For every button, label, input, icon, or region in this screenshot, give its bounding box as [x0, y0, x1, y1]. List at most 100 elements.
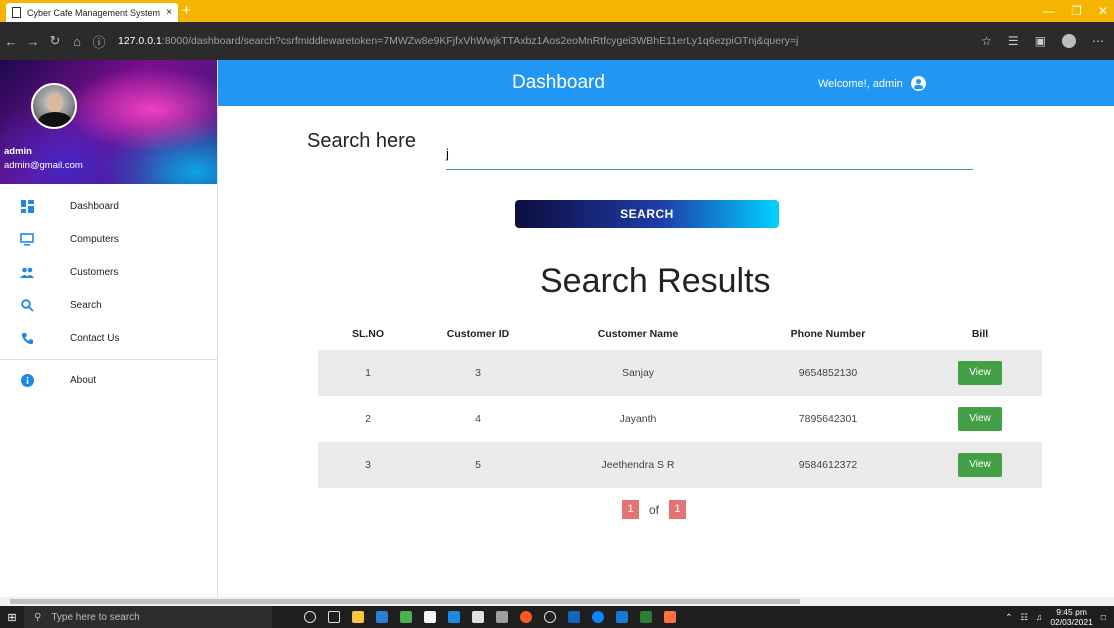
url-path: :8000/dashboard/search?csrfmiddlewaretok…: [161, 35, 799, 47]
favorite-star-icon[interactable]: ☆: [981, 34, 992, 48]
column-header-bill: Bill: [971, 328, 989, 340]
cell-phone-number: 9654852130: [798, 367, 858, 379]
sidebar-item-dashboard[interactable]: Dashboard: [0, 190, 217, 223]
notifications-icon[interactable]: □: [1101, 612, 1106, 622]
close-window-icon[interactable]: ✕: [1098, 2, 1108, 20]
page-icon: [12, 7, 21, 18]
taskbar-search[interactable]: ⚲ Type here to search: [24, 606, 272, 628]
menu-divider: [0, 359, 217, 360]
clock-date: 02/03/2021: [1050, 617, 1093, 627]
cell-sl-no: 2: [365, 413, 371, 425]
pagination: 1 of 1: [622, 500, 687, 519]
calculator-icon[interactable]: [496, 611, 508, 623]
network-icon[interactable]: ☷: [1020, 612, 1028, 623]
pagination-of: of: [649, 502, 660, 517]
sidebar-item-customers[interactable]: Customers: [0, 256, 217, 289]
sidebar-item-contact-us[interactable]: Contact Us: [0, 322, 217, 355]
favorites-icon[interactable]: ☰: [1008, 34, 1019, 48]
cell-bill: View: [918, 453, 1042, 477]
clock-time: 9:45 pm: [1056, 607, 1087, 617]
cell-bill: View: [918, 407, 1042, 431]
user-circle-icon[interactable]: [910, 76, 926, 91]
back-icon[interactable]: ←: [0, 34, 22, 49]
profile-card: admin admin@gmail.com: [0, 60, 217, 184]
clock-app-icon[interactable]: [544, 611, 556, 623]
refresh-icon[interactable]: ↻: [44, 33, 66, 49]
shopping-bag-icon[interactable]: [424, 611, 436, 623]
store-icon[interactable]: [376, 611, 388, 623]
horizontal-scrollbar[interactable]: [0, 597, 1114, 606]
collections-icon[interactable]: ▣: [1035, 34, 1046, 48]
browser-tab[interactable]: Cyber Cafe Management System ×: [6, 3, 178, 22]
tray-chevron-up-icon[interactable]: ⌃: [1005, 612, 1012, 623]
sidebar-item-label: Customers: [70, 267, 119, 278]
user-name: admin: [4, 146, 32, 157]
close-tab-icon[interactable]: ×: [166, 7, 172, 18]
url-field[interactable]: 127.0.0.1:8000/dashboard/search?csrfmidd…: [118, 35, 981, 47]
new-tab-button[interactable]: +: [182, 2, 191, 20]
edge-icon[interactable]: [592, 611, 604, 623]
sidebar-item-about[interactable]: About: [0, 364, 217, 397]
cell-customer-id: 3: [475, 367, 481, 379]
sidebar-item-computers[interactable]: Computers: [0, 223, 217, 256]
table-header: SL.NO Customer ID Customer Name Phone Nu…: [318, 318, 1042, 350]
clock[interactable]: 9:45 pm 02/03/2021: [1050, 607, 1093, 627]
view-bill-button[interactable]: View: [958, 407, 1002, 431]
sidebar-item-label: About: [70, 375, 97, 386]
app-header: Dashboard Welcome!, admin: [218, 60, 1114, 106]
restore-icon[interactable]: ❐: [1071, 2, 1082, 20]
results-title: Search Results: [540, 262, 771, 300]
minimize-icon[interactable]: —: [1043, 2, 1055, 20]
volume-icon[interactable]: ♫: [1036, 612, 1042, 622]
welcome-text: Welcome!, admin: [818, 77, 903, 90]
brave-icon[interactable]: [520, 611, 532, 623]
task-view-icon[interactable]: [328, 611, 340, 623]
cell-customer-name: Sanjay: [621, 367, 655, 379]
total-pages[interactable]: 1: [669, 500, 687, 519]
cortana-icon[interactable]: [304, 611, 316, 623]
taskbar: ⊞ ⚲ Type here to search ⌃ ☷ ♫ 9:45 pm 02…: [0, 606, 1114, 628]
sidebar-item-label: Dashboard: [70, 201, 119, 212]
current-page[interactable]: 1: [622, 500, 639, 519]
column-header-customer-id: Customer ID: [446, 328, 510, 340]
search-button[interactable]: SEARCH: [515, 200, 779, 228]
browser-tab-strip: Cyber Cafe Management System × + — ❐ ✕: [0, 0, 1114, 22]
forward-icon[interactable]: →: [22, 34, 44, 49]
taskbar-search-placeholder: Type here to search: [51, 611, 140, 623]
media-icon[interactable]: [616, 611, 628, 623]
notepad-icon[interactable]: [400, 611, 412, 623]
column-header-customer-name: Customer Name: [597, 328, 679, 340]
results-table: SL.NO Customer ID Customer Name Phone Nu…: [318, 318, 1042, 488]
sidebar-item-label: Search: [70, 300, 102, 311]
sidebar-menu: Dashboard Computers Customers Search Con…: [0, 190, 217, 397]
vscode-icon[interactable]: [568, 611, 580, 623]
people-icon: [20, 266, 34, 280]
sidebar-item-search[interactable]: Search: [0, 289, 217, 322]
xampp-icon[interactable]: [664, 611, 676, 623]
mail-icon[interactable]: [472, 611, 484, 623]
more-menu-icon[interactable]: ⋯: [1092, 34, 1104, 48]
search-icon: [20, 299, 34, 313]
scrollbar-thumb[interactable]: [10, 599, 800, 604]
search-label: Search here: [307, 130, 416, 152]
dark-app-icon[interactable]: [448, 611, 460, 623]
window-controls: — ❐ ✕: [1043, 2, 1108, 20]
file-explorer-icon[interactable]: [352, 611, 364, 623]
cell-bill: View: [918, 361, 1042, 385]
table-row: 1 3 Sanjay 9654852130 View: [318, 350, 1042, 396]
search-input[interactable]: [446, 138, 973, 170]
avatar-body: [38, 112, 72, 127]
cell-phone-number: 9584612372: [798, 459, 858, 471]
view-bill-button[interactable]: View: [958, 453, 1002, 477]
info-icon[interactable]: ⓘ: [88, 32, 110, 51]
cell-sl-no: 1: [365, 367, 371, 379]
welcome-area[interactable]: Welcome!, admin: [818, 76, 926, 91]
pycharm-icon[interactable]: [640, 611, 652, 623]
table-row: 3 5 Jeethendra S R 9584612372 View: [318, 442, 1042, 488]
windows-start-icon[interactable]: ⊞: [0, 611, 24, 624]
table-row: 2 4 Jayanth 7895642301 View: [318, 396, 1042, 442]
home-icon[interactable]: ⌂: [66, 34, 88, 49]
profile-icon[interactable]: [1062, 34, 1076, 48]
browser-toolbar: ← → ↻ ⌂ ⓘ 127.0.0.1:8000/dashboard/searc…: [0, 22, 1114, 60]
view-bill-button[interactable]: View: [958, 361, 1002, 385]
